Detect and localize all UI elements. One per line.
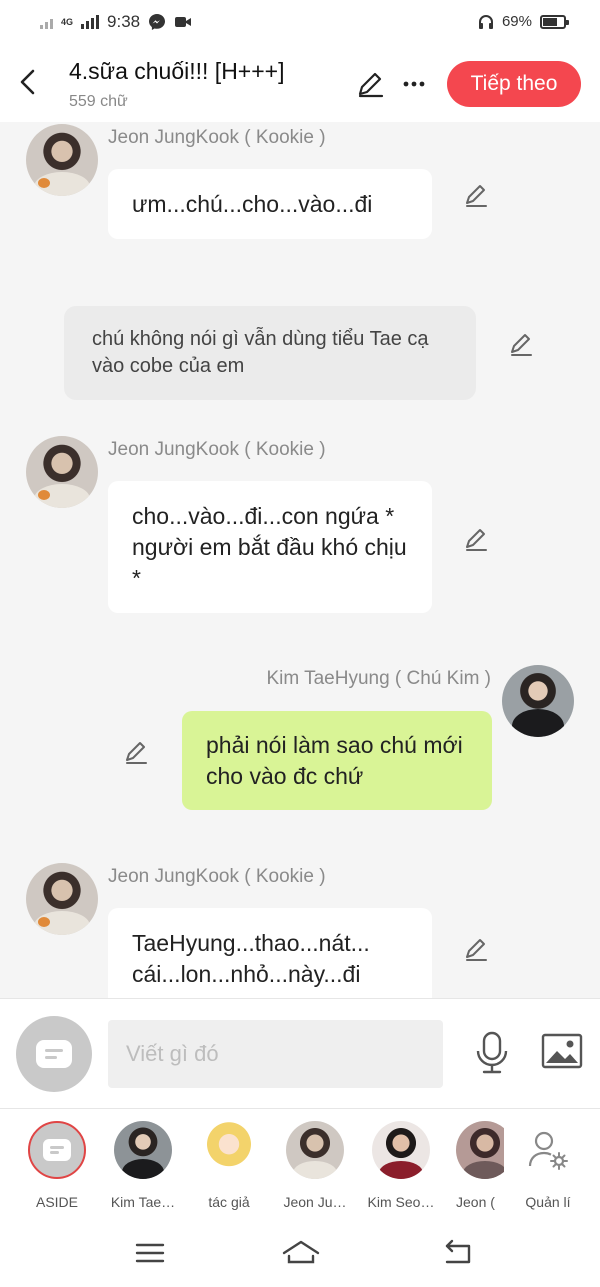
screen: 4G 9:38 69% 4.sữa chuối!!! [H+++] 559 ch…	[0, 0, 600, 1287]
edit-message-icon[interactable]	[462, 181, 490, 209]
speaker-name: Jeon JungKook ( Kookie )	[108, 439, 326, 460]
edit-message-icon[interactable]	[462, 935, 490, 963]
signal-icon	[40, 15, 53, 29]
network-type: 4G	[61, 17, 74, 27]
speaker-name: Jeon JungKook ( Kookie )	[108, 866, 326, 887]
speaker-name: Jeon JungKook ( Kookie )	[108, 127, 326, 148]
narration-bubble[interactable]: chú không nói gì vẫn dùng tiểu Tae cạ và…	[64, 306, 476, 400]
home-icon[interactable]	[281, 1236, 321, 1270]
header: 4.sữa chuối!!! [H+++] 559 chữ Tiếp theo	[0, 46, 600, 122]
word-count: 559 chữ	[69, 93, 128, 110]
aside-avatar	[28, 1121, 86, 1179]
character-author[interactable]: tác giả	[189, 1121, 269, 1210]
story-title: 4.sữa chuối!!! [H+++]	[69, 58, 285, 84]
character-avatar	[286, 1121, 344, 1179]
aside-chat-icon	[36, 1040, 72, 1068]
signal-strength-icon	[81, 15, 100, 29]
video-icon	[175, 17, 192, 27]
back-arrow-icon[interactable]	[14, 64, 42, 100]
avatar-taehyung[interactable]	[502, 665, 574, 737]
manage-user-icon	[528, 1131, 568, 1170]
character-label: Jeon Ju…	[283, 1194, 347, 1210]
character-aside[interactable]: ASIDE	[17, 1121, 97, 1210]
back-nav-icon[interactable]	[441, 1236, 475, 1270]
message-bubble[interactable]: ưm...chú...cho...vào...đi	[108, 169, 432, 239]
character-kim-taehyung[interactable]: Kim Tae…	[103, 1121, 183, 1210]
chat-area[interactable]: Jeon JungKook ( Kookie ) ưm...chú...cho.…	[0, 122, 600, 998]
character-avatar	[114, 1121, 172, 1179]
character-kim-seo[interactable]: Kim Seo…	[361, 1121, 441, 1210]
character-avatar	[200, 1121, 258, 1179]
headphones-icon	[478, 14, 493, 29]
edit-message-icon[interactable]	[462, 525, 490, 553]
character-label: Jeon (	[456, 1194, 495, 1210]
next-button[interactable]: Tiếp theo	[447, 61, 581, 107]
edit-title-icon[interactable]	[354, 68, 386, 100]
manage-characters-button[interactable]: Quản lí	[508, 1121, 588, 1210]
character-avatar	[456, 1121, 504, 1179]
messenger-icon	[149, 14, 166, 30]
character-bar: ASIDE Kim Tae… tác giả Jeon Ju… Kim Seo……	[0, 1108, 600, 1220]
battery-icon	[540, 14, 569, 29]
character-label: ASIDE	[35, 1194, 78, 1210]
character-avatar	[372, 1121, 430, 1179]
character-jeon[interactable]: Jeon (	[456, 1121, 504, 1210]
more-options-icon[interactable]	[400, 70, 428, 98]
menu-icon[interactable]	[133, 1236, 167, 1270]
character-label: Kim Seo…	[367, 1194, 435, 1210]
clock: 9:38	[107, 12, 141, 31]
avatar-jungkook[interactable]	[26, 863, 98, 935]
message-bubble[interactable]: TaeHyung...thao...nát... cái...lon...nhỏ…	[108, 908, 432, 998]
character-label: tác giả	[208, 1194, 250, 1210]
character-jeon-jungkook[interactable]: Jeon Ju…	[275, 1121, 355, 1210]
edit-message-icon[interactable]	[122, 738, 150, 766]
edit-message-icon[interactable]	[507, 330, 535, 358]
message-input[interactable]	[108, 1020, 443, 1088]
avatar-jungkook[interactable]	[26, 436, 98, 508]
speaker-name: Kim TaeHyung ( Chú Kim )	[266, 668, 491, 689]
character-label: Kim Tae…	[110, 1194, 176, 1210]
status-bar: 4G 9:38 69%	[0, 0, 600, 46]
battery-percent: 69%	[501, 13, 532, 30]
input-bar	[0, 998, 600, 1108]
character-label: Quản lí	[525, 1194, 571, 1210]
microphone-icon[interactable]	[472, 1029, 512, 1077]
image-icon[interactable]	[541, 1033, 583, 1069]
avatar-jungkook[interactable]	[26, 124, 98, 196]
message-bubble[interactable]: phải nói làm sao chú mới cho vào đc chứ	[182, 711, 492, 810]
aside-toggle-button[interactable]	[16, 1016, 92, 1092]
system-nav-bar	[0, 1220, 600, 1287]
message-bubble[interactable]: cho...vào...đi...con ngứa * người em bắt…	[108, 481, 432, 613]
